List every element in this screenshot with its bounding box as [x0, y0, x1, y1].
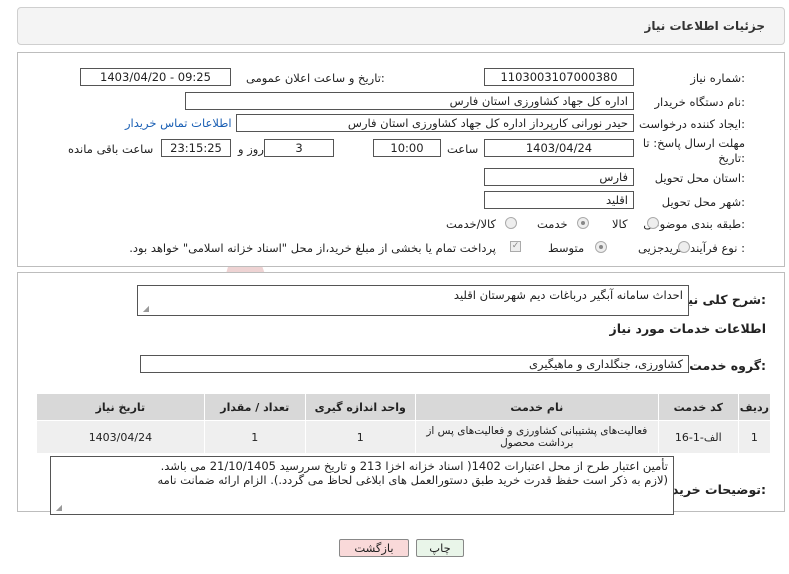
cell-date: 1403/04/24 — [36, 420, 205, 454]
province-field[interactable]: فارس — [484, 168, 634, 186]
resize-grip-icon[interactable]: ◢ — [54, 504, 62, 512]
services-table: ردیف کد خدمت نام خدمت واحد اندازه گیری ت… — [36, 393, 772, 454]
col-unit: واحد اندازه گیری — [304, 393, 416, 421]
col-date: تاریخ نیاز — [36, 393, 205, 421]
header-panel: جزئیات اطلاعات نیاز — [17, 7, 785, 45]
process-option-medium: متوسط — [548, 241, 585, 255]
summary-textarea[interactable]: احداث سامانه آبگیر درباغات دیم شهرستان ا… — [137, 285, 689, 316]
back-button[interactable]: بازگشت — [339, 539, 409, 557]
province-label: استان محل تحویل: — [654, 171, 745, 185]
page-title: جزئیات اطلاعات نیاز — [644, 19, 765, 33]
col-row: ردیف — [737, 393, 772, 421]
contact-info-link[interactable]: اطلاعات تماس خریدار — [125, 116, 232, 130]
need-number-label: شماره نیاز: — [690, 71, 745, 85]
col-name: نام خدمت — [414, 393, 659, 421]
buyer-org-field[interactable]: اداره کل جهاد کشاورزی استان فارس — [185, 92, 634, 110]
buyer-notes-line-1: تأمین اعتبار طرح از محل اعتبارات 1402( ا… — [160, 459, 668, 473]
category-option-goods-service: کالا/خدمت — [446, 217, 497, 231]
process-option-minor: جزیی — [638, 241, 665, 255]
announce-label: تاریخ و ساعت اعلان عمومی: — [246, 71, 385, 85]
deadline-label-2: تاریخ: — [718, 151, 745, 165]
payment-checkbox[interactable]: ✓ — [510, 241, 521, 252]
summary-label: شرح کلی نیاز: — [676, 292, 767, 307]
cell-name: فعالیت‌های پشتیبانی کشاورزی و فعالیت‌های… — [414, 420, 659, 454]
buyer-notes-label: توضیحات خریدار: — [660, 482, 766, 497]
services-heading: اطلاعات خدمات مورد نیاز — [609, 321, 767, 336]
city-field[interactable]: اقلید — [484, 191, 634, 209]
buyer-org-label: نام دستگاه خریدار: — [654, 95, 745, 109]
deadline-time-field[interactable]: 10:00 — [373, 139, 441, 157]
deadline-date-field[interactable]: 1403/04/24 — [484, 139, 634, 157]
city-label: شهر محل تحویل: — [661, 195, 745, 209]
table-row: 1 الف-1-16 فعالیت‌های پشتیبانی کشاورزی و… — [36, 420, 772, 454]
process-radio-medium[interactable] — [595, 241, 607, 253]
need-number-field[interactable]: 1103003107000380 — [484, 68, 634, 86]
service-group-field[interactable]: کشاورزی، جنگلداری و ماهیگیری — [140, 355, 689, 373]
cell-unit: 1 — [304, 420, 416, 454]
cell-code: الف-1-16 — [657, 420, 739, 454]
category-radio-goods-service[interactable] — [505, 217, 517, 229]
resize-grip-icon[interactable]: ◢ — [141, 305, 149, 313]
buyer-notes-line-2: (لازم به ذکر است حفظ قدرت خرید طبق دستور… — [157, 473, 669, 487]
buyer-notes-textarea[interactable]: تأمین اعتبار طرح از محل اعتبارات 1402( ا… — [50, 456, 674, 515]
col-code: کد خدمت — [657, 393, 739, 421]
category-option-goods: کالا — [612, 217, 628, 231]
process-label: نوع فرآیند خرید : — [663, 241, 745, 255]
process-radio-minor[interactable] — [678, 241, 690, 253]
creator-field[interactable]: حیدر نورانی کارپرداز اداره کل جهاد کشاور… — [236, 114, 634, 132]
cell-row: 1 — [737, 420, 772, 454]
remaining-time-field[interactable]: 23:15:25 — [161, 139, 231, 157]
payment-note: پرداخت تمام یا بخشی از مبلغ خرید،از محل … — [129, 241, 496, 255]
print-button[interactable]: چاپ — [416, 539, 464, 557]
summary-text: احداث سامانه آبگیر درباغات دیم شهرستان ا… — [453, 288, 683, 302]
col-qty: تعداد / مقدار — [203, 393, 306, 421]
remaining-label: ساعت باقی مانده — [68, 142, 154, 156]
table-header-row: ردیف کد خدمت نام خدمت واحد اندازه گیری ت… — [36, 393, 772, 421]
cell-qty: 1 — [203, 420, 306, 454]
category-option-service: خدمت — [537, 217, 568, 231]
category-radio-goods[interactable] — [647, 217, 659, 229]
days-label: روز و — [238, 142, 264, 156]
service-group-label: گروه خدمت: — [689, 358, 766, 373]
deadline-label-1: مهلت ارسال پاسخ: تا — [642, 136, 745, 150]
days-field[interactable]: 3 — [264, 139, 334, 157]
announce-field[interactable]: 1403/04/20 - 09:25 — [80, 68, 231, 86]
category-radio-service[interactable] — [577, 217, 589, 229]
creator-label: ایجاد کننده درخواست: — [639, 117, 745, 131]
deadline-time-label: ساعت — [447, 142, 479, 156]
